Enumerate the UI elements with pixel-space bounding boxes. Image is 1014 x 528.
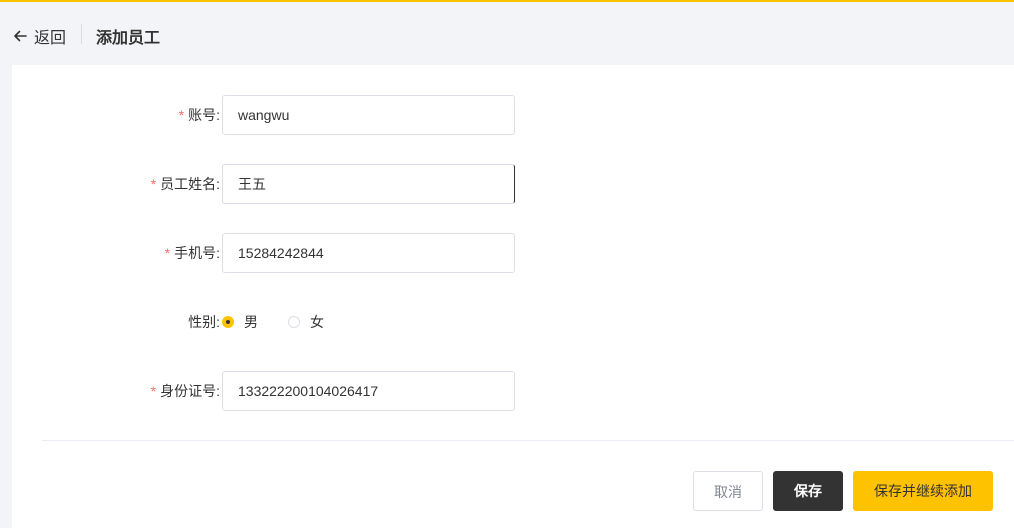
gender-radio-group: 男 女 — [222, 302, 354, 342]
arrow-left-icon — [14, 30, 27, 42]
form-card: * 账号: wangwu * 员工姓名: 王五 * 手机号: 15284242844 … — [12, 65, 1014, 528]
name-input[interactable]: 王五 — [222, 164, 515, 204]
required-mark: * — [150, 383, 157, 399]
name-row: * 员工姓名: 王五 — [12, 164, 612, 204]
header-divider — [81, 24, 82, 44]
radio-checked-icon — [222, 316, 234, 328]
gender-radio-male[interactable]: 男 — [222, 312, 258, 332]
form-divider — [42, 440, 1014, 441]
id-number-input[interactable]: 133222200104026417 — [222, 371, 515, 411]
phone-input[interactable]: 15284242844 — [222, 233, 515, 273]
phone-row: * 手机号: 15284242844 — [12, 233, 612, 273]
back-button[interactable]: 返回 — [12, 24, 66, 48]
gender-option-female: 女 — [310, 314, 324, 330]
cancel-button[interactable]: 取消 — [693, 471, 763, 511]
gender-radio-female[interactable]: 女 — [288, 312, 324, 332]
gender-option-male: 男 — [244, 314, 258, 330]
required-mark: * — [150, 176, 157, 192]
phone-label: * 手机号: — [164, 245, 220, 261]
back-label: 返回 — [34, 30, 67, 47]
save-and-continue-button[interactable]: 保存并继续添加 — [853, 471, 993, 511]
required-mark: * — [164, 245, 171, 261]
account-label: * 账号: — [178, 107, 220, 123]
id-number-label: * 身份证号: — [150, 383, 220, 399]
page-title: 添加员工 — [96, 30, 161, 47]
page-header: 返回 添加员工 — [0, 2, 1014, 64]
gender-row: 性别: 男 女 — [12, 302, 612, 342]
account-input[interactable]: wangwu — [222, 95, 515, 135]
account-row: * 账号: wangwu — [12, 95, 612, 135]
name-label: * 员工姓名: — [150, 176, 220, 192]
save-button[interactable]: 保存 — [773, 471, 843, 511]
id-number-row: * 身份证号: 133222200104026417 — [12, 371, 612, 411]
radio-unchecked-icon — [288, 316, 300, 328]
gender-label: 性别: — [188, 314, 220, 330]
required-mark: * — [178, 107, 185, 123]
